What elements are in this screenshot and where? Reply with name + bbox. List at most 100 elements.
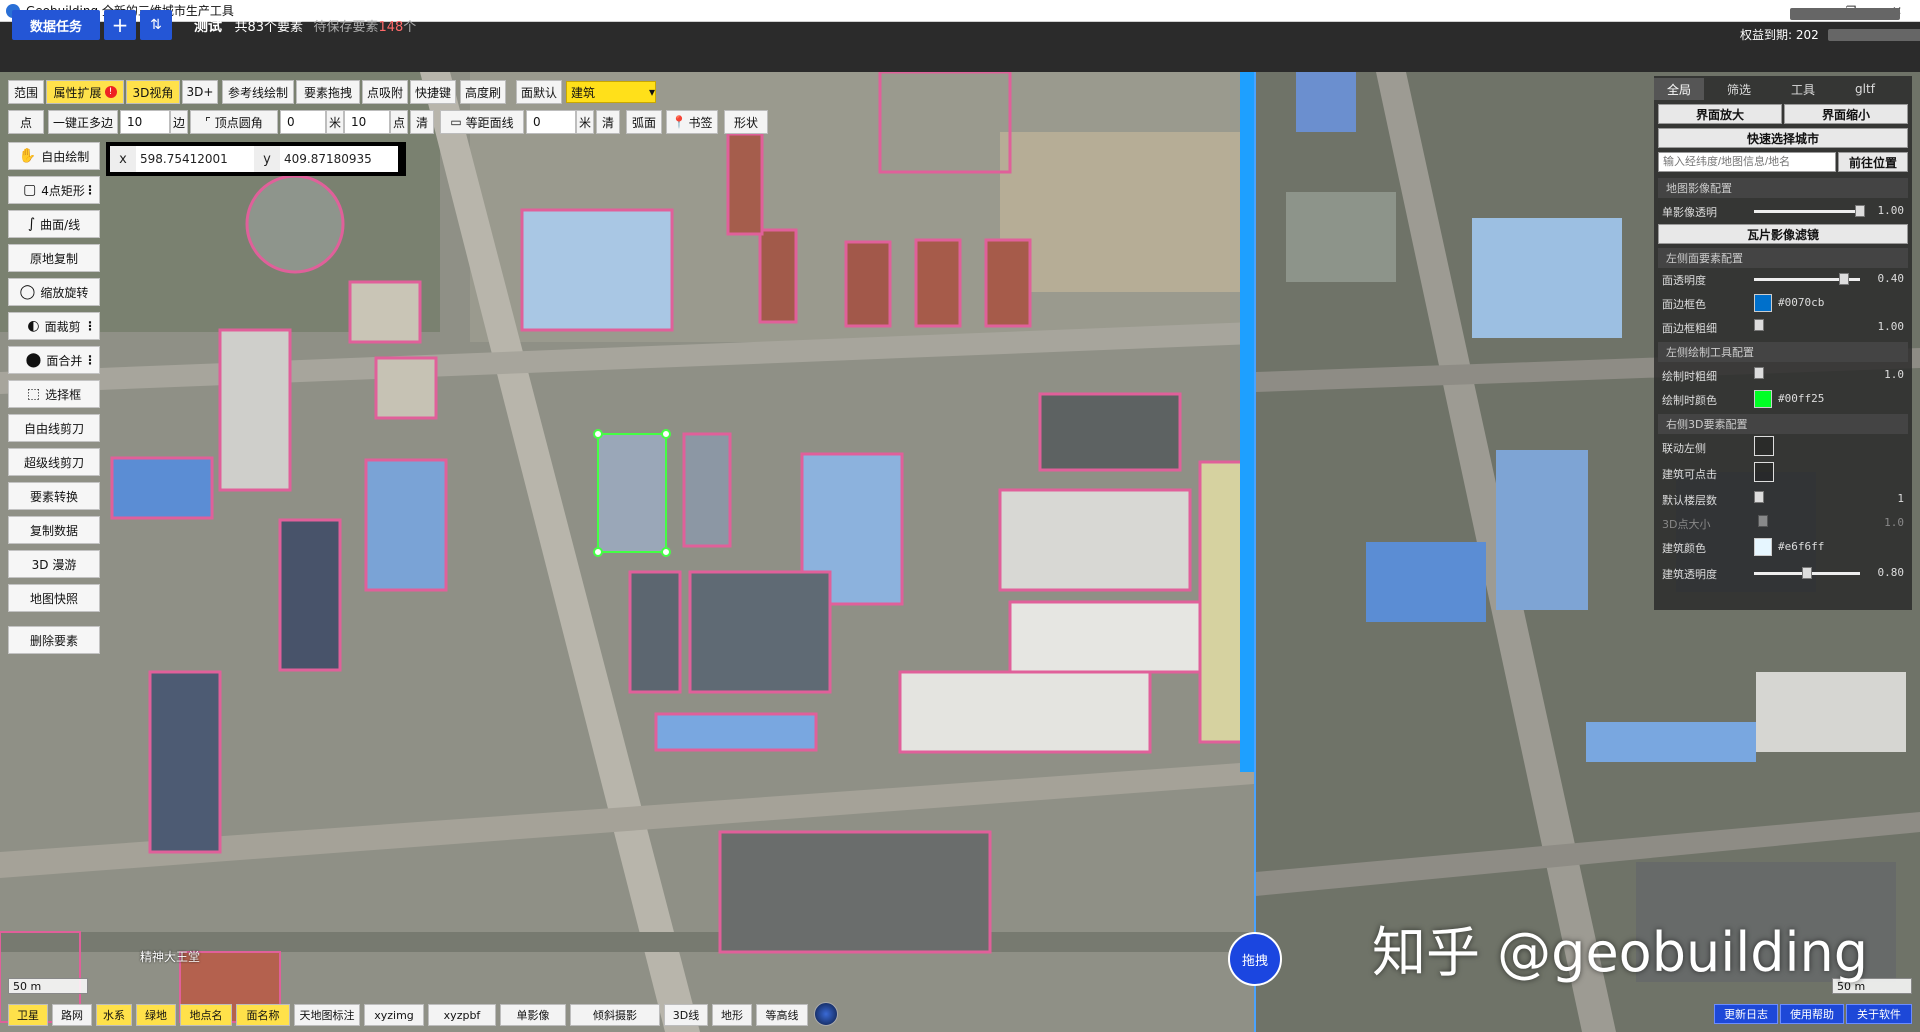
view3d-button[interactable]: 3D视角 xyxy=(126,80,180,104)
tool-button-9[interactable]: 超级线剪刀 xyxy=(8,448,100,476)
sides-input[interactable]: 10 xyxy=(120,110,170,134)
range-button[interactable]: 范围 xyxy=(8,80,44,104)
equidistant-input[interactable]: 0 xyxy=(526,110,576,134)
tool-button-12[interactable]: 3D 漫游 xyxy=(8,550,100,578)
section-image[interactable]: 地图影像配置 xyxy=(1658,178,1908,198)
ref-line-button[interactable]: 参考线绘制 xyxy=(222,80,294,104)
tool-button-3[interactable]: 原地复制 xyxy=(8,244,100,272)
building-color-swatch[interactable] xyxy=(1754,538,1772,556)
goto-location-button[interactable]: 前往位置 xyxy=(1838,152,1908,172)
help-button[interactable]: 使用帮助 xyxy=(1780,1004,1844,1024)
tdt-label-layer[interactable]: 天地图标注 xyxy=(294,1004,360,1026)
data-task-button[interactable]: 数据任务 xyxy=(12,10,100,40)
contour-layer[interactable]: 等高线 xyxy=(756,1004,808,1026)
round-input[interactable]: 0 xyxy=(280,110,326,134)
drag-element-button[interactable]: 要素拖拽 xyxy=(296,80,360,104)
tool-button-13[interactable]: 地图快照 xyxy=(8,584,100,612)
y-value[interactable]: 409.87180935 xyxy=(280,146,398,172)
building-opacity-knob[interactable] xyxy=(1802,567,1812,579)
hotkey-button[interactable]: 快捷键 xyxy=(410,80,456,104)
category-value: 建筑 xyxy=(571,85,596,100)
edge-color-label: 面边框色 xyxy=(1662,298,1706,311)
tile-filter-button[interactable]: 瓦片影像滤镜 xyxy=(1658,224,1908,244)
left-map-canvas[interactable] xyxy=(0,72,1254,1032)
globe-icon[interactable] xyxy=(814,1002,838,1026)
section-right-3d[interactable]: 右侧3D要素配置 xyxy=(1658,414,1908,434)
area-name-layer[interactable]: 面名称 xyxy=(236,1004,290,1026)
plus3d-button[interactable]: 3D+ xyxy=(182,80,218,104)
building-click-checkbox[interactable] xyxy=(1754,462,1774,482)
single-opacity-knob[interactable] xyxy=(1855,205,1865,217)
default-floor-knob[interactable] xyxy=(1754,491,1764,503)
tool-button-11[interactable]: 复制数据 xyxy=(8,516,100,544)
single-image-layer[interactable]: 单影像 xyxy=(500,1004,566,1026)
category-select[interactable]: 建筑 ▾ xyxy=(566,81,656,103)
point-button[interactable]: 点 xyxy=(8,110,44,134)
edge-color-swatch[interactable] xyxy=(1754,294,1772,312)
tool-button-10[interactable]: 要素转换 xyxy=(8,482,100,510)
tab-global[interactable]: 全局 xyxy=(1654,78,1704,100)
more-options-icon[interactable]: ⋮ xyxy=(84,353,96,367)
location-search-input[interactable] xyxy=(1658,152,1836,172)
tool-button-1[interactable]: ▢ 4点矩形 ⋮ xyxy=(8,176,100,204)
draw-width-knob[interactable] xyxy=(1754,367,1764,379)
section-left-face[interactable]: 左侧面要素配置 xyxy=(1658,248,1908,268)
clear-button-2[interactable]: 清 xyxy=(596,110,620,134)
attr-ext-button[interactable]: 属性扩展! xyxy=(46,80,124,104)
tab-filter[interactable]: 筛选 xyxy=(1714,78,1764,100)
tool-button-2[interactable]: ∫ 曲面/线 xyxy=(8,210,100,238)
face-opacity-knob[interactable] xyxy=(1839,273,1850,285)
quick-city-button[interactable]: 快速选择城市 xyxy=(1658,128,1908,148)
tab-tools[interactable]: 工具 xyxy=(1778,78,1828,100)
tool-button-6[interactable]: ⬤ 面合并 ⋮ xyxy=(8,346,100,374)
changelog-button[interactable]: 更新日志 xyxy=(1714,1004,1778,1024)
tool-label: 4点矩形 xyxy=(41,183,85,198)
water-layer[interactable]: 水系 xyxy=(96,1004,132,1026)
tab-gltf[interactable]: gltf xyxy=(1840,78,1890,100)
single-opacity-slider[interactable] xyxy=(1754,210,1860,213)
bookmark-button[interactable]: 📍 书签 xyxy=(666,110,718,134)
equidistant-button[interactable]: ▭ 等距面线 xyxy=(440,110,524,134)
clear-button-1[interactable]: 清 xyxy=(410,110,434,134)
section-left-draw[interactable]: 左侧绘制工具配置 xyxy=(1658,342,1908,362)
about-button[interactable]: 关于软件 xyxy=(1846,1004,1912,1024)
more-options-icon[interactable]: ⋮ xyxy=(84,183,96,197)
face-default-button[interactable]: 面默认 xyxy=(516,80,562,104)
x-value[interactable]: 598.75412001 xyxy=(136,146,254,172)
tool-button-8[interactable]: 自由线剪刀 xyxy=(8,414,100,442)
draw-color-swatch[interactable] xyxy=(1754,390,1772,408)
arc-button[interactable]: 弧面 xyxy=(626,110,662,134)
zoom-in-ui-button[interactable]: 界面放大 xyxy=(1658,104,1782,124)
tool-label: 面裁剪 xyxy=(44,319,81,334)
tool-button-4[interactable]: ◯ 缩放旋转 xyxy=(8,278,100,306)
xyzimg-layer[interactable]: xyzimg xyxy=(364,1004,424,1026)
height-brush-button[interactable]: 高度刷 xyxy=(460,80,506,104)
shape-button[interactable]: 形状 xyxy=(724,110,768,134)
tool-button-5[interactable]: ◐ 面裁剪 ⋮ xyxy=(8,312,100,340)
poi-layer[interactable]: 地点名 xyxy=(180,1004,232,1026)
drag-button[interactable]: 拖拽 xyxy=(1228,932,1282,986)
zoom-out-ui-button[interactable]: 界面缩小 xyxy=(1784,104,1908,124)
vertex-round-button[interactable]: ⌜ 顶点圆角 xyxy=(190,110,278,134)
tool-button-0[interactable]: ✋ 自由绘制 xyxy=(8,142,100,170)
tool-button-14[interactable]: 删除要素 xyxy=(8,626,100,654)
satellite-layer[interactable]: 卫星 xyxy=(8,1004,48,1026)
more-options-icon[interactable]: ⋮ xyxy=(84,319,96,333)
single-opacity-value: 1.00 xyxy=(1877,204,1905,217)
tool-button-7[interactable]: ⬚ 选择框 xyxy=(8,380,100,408)
add-task-button[interactable]: + xyxy=(104,10,136,40)
link-left-checkbox[interactable] xyxy=(1754,436,1774,456)
regular-polygon-button[interactable]: 一键正多边 xyxy=(48,110,118,134)
radius-input[interactable]: 10 xyxy=(344,110,390,134)
road-layer[interactable]: 路网 xyxy=(52,1004,92,1026)
xyzpbf-layer[interactable]: xyzpbf xyxy=(428,1004,496,1026)
round-corner-icon: ⌜ xyxy=(205,115,211,129)
line3d-layer[interactable]: 3D线 xyxy=(664,1004,708,1026)
green-layer[interactable]: 绿地 xyxy=(136,1004,176,1026)
sort-button[interactable]: ⇅ xyxy=(140,10,172,40)
terrain-layer[interactable]: 地形 xyxy=(712,1004,752,1026)
point3d-knob[interactable] xyxy=(1758,515,1768,527)
point-snap-button[interactable]: 点吸附 xyxy=(362,80,408,104)
oblique-layer[interactable]: 倾斜摄影 xyxy=(570,1004,660,1026)
edge-width-knob[interactable] xyxy=(1754,319,1764,331)
